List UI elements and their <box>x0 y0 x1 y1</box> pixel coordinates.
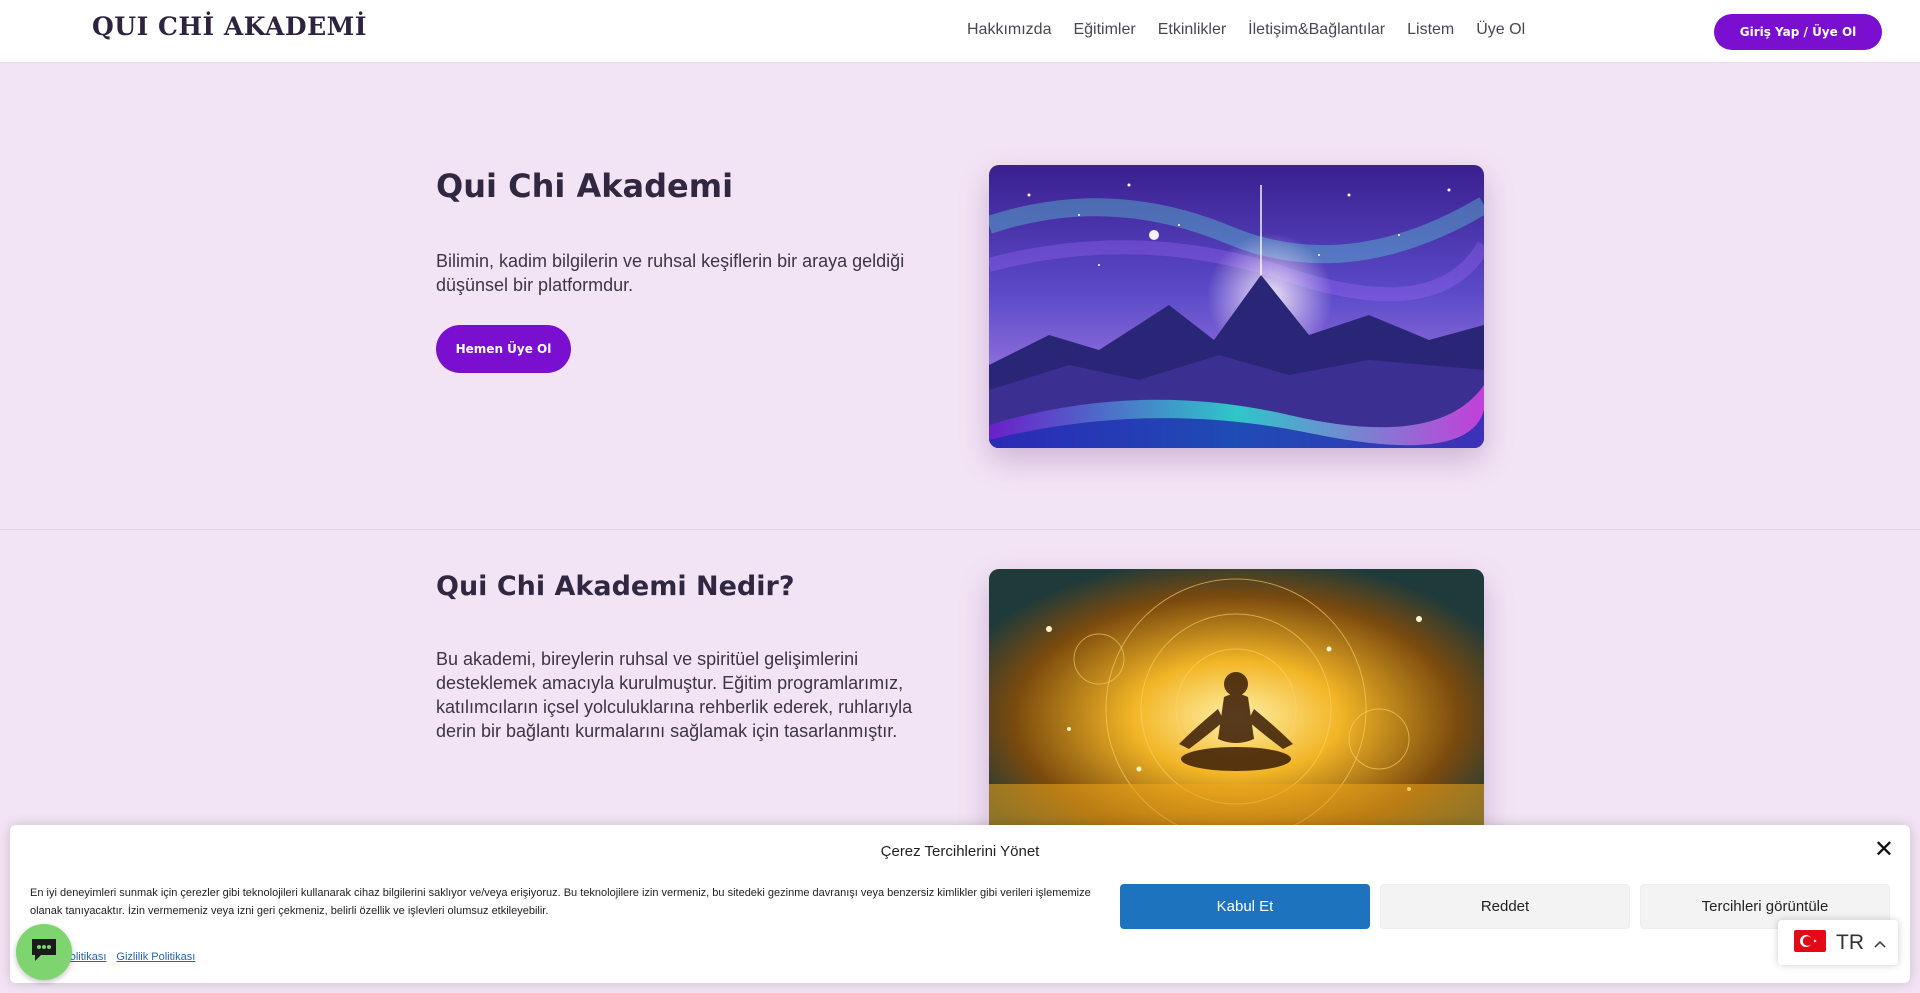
language-switcher[interactable]: TR <box>1778 920 1898 965</box>
nav-hakkimizda[interactable]: Hakkımızda <box>967 21 1051 39</box>
chat-button[interactable] <box>16 924 72 980</box>
cookie-title: Çerez Tercihlerini Yönet <box>880 843 1040 860</box>
nav-egitimler[interactable]: Eğitimler <box>1073 21 1135 39</box>
turkey-flag-icon <box>1794 929 1826 956</box>
privacy-policy-link[interactable]: Gizlilik Politikası <box>116 951 195 963</box>
hero-title: Qui Chi Akademi <box>436 167 734 205</box>
about-title: Qui Chi Akademi Nedir? <box>436 571 795 602</box>
site-header: QUI CHİ AKADEMİ Hakkımızda Eğitimler Etk… <box>0 0 1920 63</box>
chevron-up-icon <box>1874 933 1886 952</box>
hero-section <box>0 64 1920 530</box>
chat-icon <box>29 936 59 968</box>
cookie-banner: Çerez Tercihlerini Yönet ✕ En iyi deneyi… <box>10 825 1910 983</box>
main-nav: Hakkımızda Eğitimler Etkinlikler İletişi… <box>967 21 1525 39</box>
hero-image <box>989 165 1484 448</box>
login-button[interactable]: Giriş Yap / Üye Ol <box>1714 14 1882 50</box>
nav-uye-ol[interactable]: Üye Ol <box>1476 21 1525 39</box>
accept-cookies-button[interactable]: Kabul Et <box>1120 884 1370 929</box>
close-icon[interactable]: ✕ <box>1874 837 1894 861</box>
language-code: TR <box>1836 930 1864 954</box>
about-text: Bu akademi, bireylerin ruhsal ve spiritü… <box>436 649 913 741</box>
join-now-button[interactable]: Hemen Üye Ol <box>436 325 571 373</box>
deny-cookies-button[interactable]: Reddet <box>1380 884 1630 929</box>
hero-text: Bilimin, kadim bilgilerin ve ruhsal keşi… <box>436 251 905 295</box>
meditation-image <box>989 569 1484 839</box>
cookie-text: En iyi deneyimleri sunmak için çerezler … <box>30 887 1091 917</box>
nav-etkinlikler[interactable]: Etkinlikler <box>1158 21 1226 39</box>
nav-listem[interactable]: Listem <box>1407 21 1454 39</box>
nav-iletisim[interactable]: İletişim&Bağlantılar <box>1248 21 1385 39</box>
site-logo[interactable]: QUI CHİ AKADEMİ <box>92 12 367 41</box>
